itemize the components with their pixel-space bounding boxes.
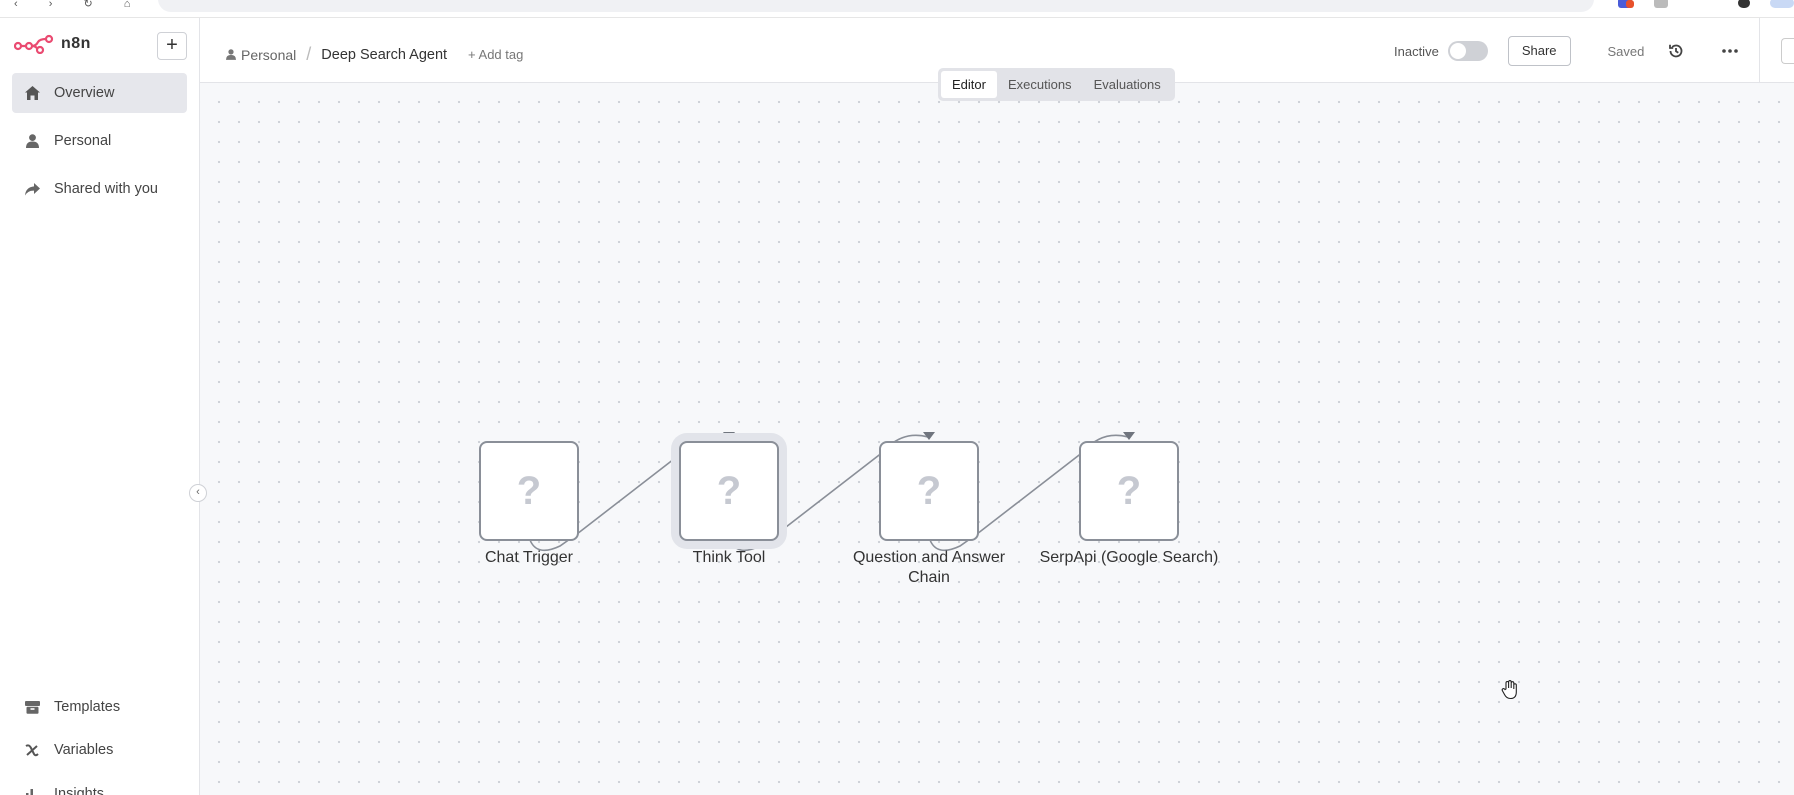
browser-toolbar: ‹ › ↻ ⌂ (0, 0, 1794, 18)
sidebar: n8n + Overview Personal Shared with you … (0, 18, 200, 795)
sidebar-item-templates[interactable]: Templates (12, 687, 187, 727)
sidebar-item-variables[interactable]: Variables (12, 730, 187, 770)
profile-icon[interactable] (1738, 0, 1750, 8)
node-label: Question and Answer Chain (852, 549, 1006, 586)
variable-icon (24, 742, 40, 758)
sidebar-item-label: Variables (54, 742, 114, 758)
unknown-node-icon: ? (1116, 468, 1142, 513)
browser-nav-icons[interactable]: ‹ › ↻ ⌂ (14, 0, 144, 10)
toggle-knob (1449, 43, 1466, 59)
breadcrumb-separator: / (306, 44, 312, 64)
tab-editor[interactable]: Editor (941, 71, 997, 98)
extension-icon[interactable] (1654, 0, 1668, 8)
sidebar-item-personal[interactable]: Personal (12, 121, 187, 161)
saved-status: Saved (1607, 43, 1645, 59)
node-question-answer-chain[interactable]: ? (879, 441, 979, 541)
node-label: SerpApi (Google Search) (1039, 549, 1219, 566)
sidebar-item-label: Shared with you (54, 181, 158, 197)
browser-menu-icon[interactable] (1770, 0, 1794, 8)
home-icon (24, 85, 40, 101)
unknown-node-icon: ? (916, 468, 942, 513)
node-label: Chat Trigger (484, 549, 574, 566)
tab-evaluations[interactable]: Evaluations (1083, 71, 1172, 98)
active-status-label: Inactive (1394, 43, 1439, 59)
sidebar-item-label: Templates (54, 699, 121, 715)
sidebar-item-label: Overview (54, 85, 115, 101)
add-tag-button[interactable]: + Add tag (468, 47, 523, 62)
node-think-tool[interactable]: ? (679, 441, 779, 541)
panel-toggle-button[interactable] (1781, 38, 1794, 64)
breadcrumb-project[interactable]: Personal (241, 47, 296, 63)
node-serpapi[interactable]: ? (1079, 441, 1179, 541)
sidebar-item-overview[interactable]: Overview (12, 73, 187, 113)
workflow-canvas[interactable] (200, 83, 1794, 795)
view-tabs: Editor Executions Evaluations (938, 68, 1175, 101)
tab-executions[interactable]: Executions (997, 71, 1083, 98)
sidebar-item-shared[interactable]: Shared with you (12, 169, 187, 209)
n8n-logo-icon (14, 34, 54, 54)
collapse-sidebar-icon[interactable]: ‹ (189, 484, 207, 502)
unknown-node-icon: ? (716, 468, 742, 513)
create-button[interactable]: + (157, 32, 187, 60)
share-icon (24, 181, 40, 197)
more-options-icon[interactable] (1720, 49, 1740, 53)
sidebar-item-label: Personal (54, 133, 112, 149)
node-label: Think Tool (692, 549, 766, 566)
user-icon (24, 133, 40, 149)
notification-badge-icon (1626, 0, 1634, 8)
hand-cursor-icon (1501, 680, 1517, 700)
workflow-name[interactable]: Deep Search Agent (321, 47, 447, 63)
active-toggle[interactable] (1447, 41, 1488, 61)
chart-icon (24, 786, 40, 795)
address-bar[interactable] (158, 0, 1594, 12)
history-icon[interactable] (1666, 43, 1686, 59)
box-icon (24, 699, 40, 715)
header-divider (1759, 18, 1760, 83)
sidebar-item-label: Insights (54, 786, 104, 795)
user-icon (226, 49, 236, 60)
logo[interactable]: n8n (14, 34, 91, 54)
share-button[interactable]: Share (1507, 36, 1571, 66)
node-chat-trigger[interactable]: ? (479, 441, 579, 541)
unknown-node-icon: ? (516, 468, 542, 513)
sidebar-item-insights[interactable]: Insights (12, 774, 187, 795)
app-name: n8n (61, 35, 91, 52)
breadcrumb: Personal / Deep Search Agent + Add tag (226, 44, 523, 65)
header-actions: Inactive Share Saved (1394, 36, 1740, 66)
